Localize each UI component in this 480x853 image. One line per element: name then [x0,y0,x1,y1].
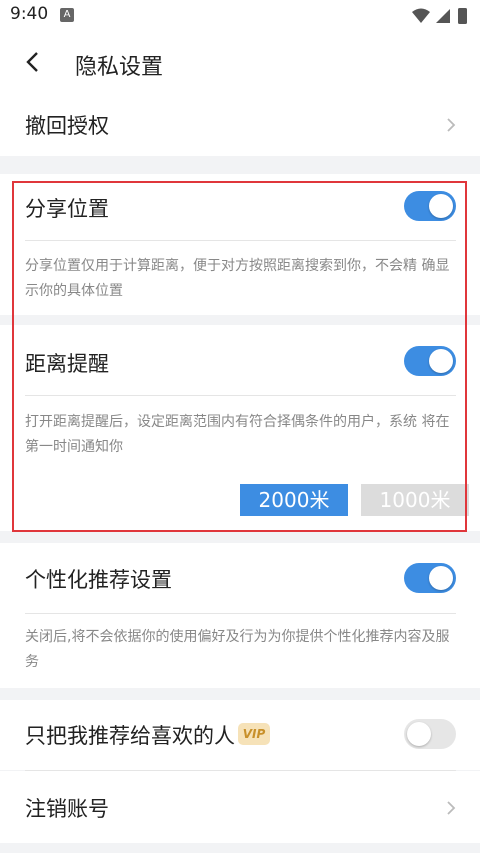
chevron-right-icon [447,118,456,132]
notification-icon: A [60,8,74,22]
wifi-icon [412,8,430,23]
cancel-account-row[interactable]: 注销账号 [0,771,480,843]
distance-alert-section: 距离提醒 打开距离提醒后，设定距离范围内有符合择偶条件的用户，系统 将在第一时间… [0,325,480,531]
distance-alert-toggle[interactable] [404,346,456,376]
revoke-authorization-row[interactable]: 撤回授权 [0,94,480,156]
chevron-right-icon [447,801,456,815]
revoke-label: 撤回授权 [25,114,109,138]
distance-alert-label: 距离提醒 [25,352,109,376]
cancel-account-label: 注销账号 [25,797,109,821]
divider [25,395,456,396]
divider [25,613,456,614]
distance-alert-description: 打开距离提醒后，设定距离范围内有符合择偶条件的用户，系统 将在第一时间通知你 [25,414,450,455]
toggle-knob [429,566,453,590]
toggle-knob [407,722,431,746]
chevron-left-icon[interactable] [22,50,46,74]
vip-badge: VIP [238,723,270,745]
page-title: 隐私设置 [75,55,164,80]
status-icons [412,8,467,24]
recommend-liked-toggle[interactable] [404,719,456,749]
toggle-knob [429,349,453,373]
divider [25,240,456,241]
battery-icon [458,8,467,24]
share-location-label: 分享位置 [25,197,109,221]
distance-option-2000[interactable]: 2000米 [240,484,348,516]
signal-icon [436,9,450,23]
app-header: 隐私设置 [0,32,480,94]
share-location-toggle[interactable] [404,191,456,221]
personalized-toggle[interactable] [404,563,456,593]
share-location-section: 分享位置 分享位置仅用于计算距离，便于对方按照距离搜索到你，不会精 确显示你的具… [0,174,480,315]
personalized-description: 关闭后,将不会依据你的使用偏好及行为为你提供个性化推荐内容及服务 [25,629,450,670]
recommend-liked-label: 只把我推荐给喜欢的人 [25,724,235,748]
toggle-knob [429,194,453,218]
status-time: 9:40 [10,4,49,24]
distance-option-1000[interactable]: 1000米 [361,484,469,516]
personalized-section: 个性化推荐设置 关闭后,将不会依据你的使用偏好及行为为你提供个性化推荐内容及服务 [0,543,480,688]
personalized-label: 个性化推荐设置 [25,568,172,592]
share-location-description: 分享位置仅用于计算距离，便于对方按照距离搜索到你，不会精 确显示你的具体位置 [25,258,450,299]
status-bar: 9:40 A [0,0,480,32]
